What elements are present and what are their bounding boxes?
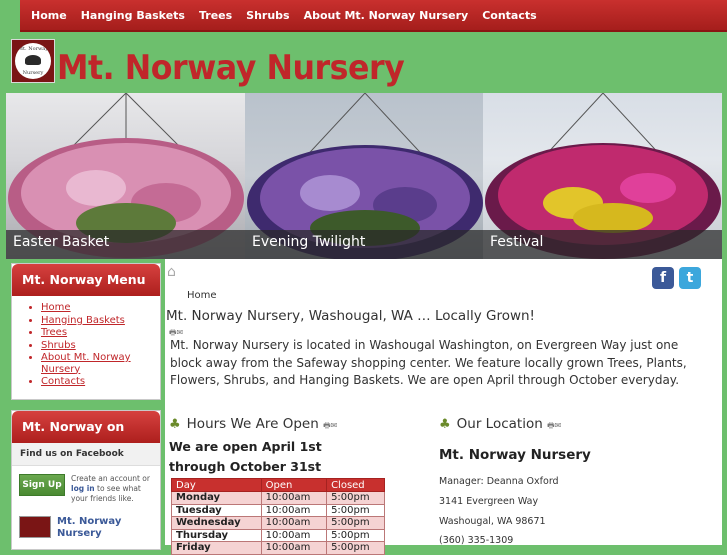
nav-item[interactable]: About Mt. Norway Nursery bbox=[297, 0, 476, 22]
nav-item[interactable]: Shrubs bbox=[239, 0, 296, 22]
banner-caption: Easter Basket bbox=[6, 230, 245, 259]
nav-item[interactable]: Contacts bbox=[475, 0, 543, 22]
find-us-label: Find us on Facebook bbox=[12, 443, 160, 466]
home-icon[interactable]: ⌂ bbox=[167, 265, 181, 279]
sidebar-menu-item[interactable]: Contacts bbox=[41, 376, 160, 388]
tree-icon bbox=[25, 55, 41, 65]
sidebar-menu-item[interactable]: Home bbox=[41, 302, 160, 314]
hours-cell: 5:00pm bbox=[326, 528, 385, 542]
hours-cell: 10:00am bbox=[260, 528, 328, 542]
hours-column-header: Open bbox=[260, 478, 328, 492]
banner-panel-festival[interactable]: Festival bbox=[483, 93, 722, 259]
hours-cell: 10:00am bbox=[260, 541, 328, 555]
sidebar-menu-item[interactable]: Shrubs bbox=[41, 340, 160, 352]
table-row: Friday 10:00am 5:00pm bbox=[171, 541, 385, 555]
location-heading: ♣ Our Location 🖶✉ bbox=[439, 416, 562, 432]
sidebar-menu-item[interactable]: Hanging Baskets bbox=[41, 315, 160, 327]
print-email-icons[interactable]: 🖶✉ bbox=[547, 421, 561, 430]
hours-cell: Wednesday bbox=[171, 516, 262, 530]
hours-cell: Friday bbox=[171, 541, 262, 555]
hours-cell: 10:00am bbox=[260, 491, 328, 505]
breadcrumb[interactable]: Home bbox=[187, 290, 217, 301]
facebook-prompt: Create an account or log in to see what … bbox=[71, 474, 150, 503]
facebook-box-title: Mt. Norway on bbox=[12, 411, 160, 443]
location-street: 3141 Evergreen Way bbox=[439, 496, 539, 507]
top-navigation: Home Hanging Baskets Trees Shrubs About Mt. … bbox=[20, 0, 727, 32]
hours-cell: 5:00pm bbox=[326, 491, 385, 505]
hours-cell: Thursday bbox=[171, 528, 262, 542]
hours-table: Day Open Closed Monday 10:00am 5:00pm Tuesday 1… bbox=[171, 478, 385, 555]
page-thumbnail[interactable] bbox=[19, 516, 51, 538]
hours-cell: Tuesday bbox=[171, 503, 262, 517]
main-content: ⌂ Home f t Mt. Norway Nursery, Washougal… bbox=[165, 259, 722, 555]
login-link[interactable]: log in bbox=[71, 484, 95, 493]
hours-cell: 10:00am bbox=[260, 503, 328, 517]
hours-cell: 5:00pm bbox=[326, 516, 385, 530]
nav-item[interactable]: Hanging Baskets bbox=[74, 0, 192, 22]
facebook-icon[interactable]: f bbox=[652, 267, 674, 289]
hours-column-header: Day bbox=[171, 478, 262, 492]
table-row: Monday 10:00am 5:00pm bbox=[171, 491, 385, 505]
banner-caption: Festival bbox=[483, 230, 722, 259]
nav-item[interactable]: Home bbox=[24, 0, 74, 22]
hours-heading: ♣ Hours We Are Open 🖶✉ bbox=[169, 416, 338, 432]
sidebar-menu: Mt. Norway Menu HomeHanging BasketsTrees… bbox=[11, 263, 161, 400]
nav-item[interactable]: Trees bbox=[192, 0, 239, 22]
sidebar-menu-title: Mt. Norway Menu bbox=[12, 264, 160, 296]
banner-caption: Evening Twilight bbox=[245, 230, 483, 259]
logo-text-top: Mt. Norway bbox=[17, 46, 49, 52]
hours-column-header: Closed bbox=[326, 478, 385, 492]
print-email-icons[interactable]: 🖶✉ bbox=[323, 421, 337, 430]
table-row: Thursday 10:00am 5:00pm bbox=[171, 528, 385, 542]
sidebar-menu-item[interactable]: Trees bbox=[41, 327, 160, 339]
hours-cell: Monday bbox=[171, 491, 262, 505]
article-title: Mt. Norway Nursery, Washougal, WA … Loca… bbox=[166, 308, 535, 324]
site-title[interactable]: Mt. Norway Nursery bbox=[57, 45, 405, 91]
location-city: Washougal, WA 98671 bbox=[439, 516, 546, 527]
banner-slideshow: Easter Basket Evening Twilight Festival bbox=[6, 93, 722, 259]
banner-panel-evening[interactable]: Evening Twilight bbox=[245, 93, 483, 259]
location-manager: Manager: Deanna Oxford bbox=[439, 476, 559, 487]
logo-text-bottom: Nursery bbox=[22, 70, 44, 76]
location-name: Mt. Norway Nursery bbox=[439, 447, 591, 463]
table-row: Wednesday 10:00am 5:00pm bbox=[171, 516, 385, 530]
signup-button[interactable]: Sign Up bbox=[19, 474, 65, 496]
sprout-icon: ♣ bbox=[169, 417, 181, 432]
site-logo[interactable]: Mt. Norway Nursery bbox=[11, 39, 55, 83]
twitter-icon[interactable]: t bbox=[679, 267, 701, 289]
location-phone: (360) 335-1309 bbox=[439, 535, 514, 546]
table-row: Tuesday 10:00am 5:00pm bbox=[171, 503, 385, 517]
sprout-icon: ♣ bbox=[439, 417, 451, 432]
facebook-box: Mt. Norway on Find us on Facebook Sign U… bbox=[11, 410, 161, 550]
banner-panel-easter[interactable]: Easter Basket bbox=[6, 93, 245, 259]
hours-cell: 5:00pm bbox=[326, 503, 385, 517]
sidebar-menu-item[interactable]: About Mt. Norway Nursery bbox=[41, 352, 160, 375]
hours-cell: 10:00am bbox=[260, 516, 328, 530]
season-dates: We are open April 1st through October 31… bbox=[169, 439, 322, 474]
facebook-page-name[interactable]: Mt. Norway Nursery bbox=[51, 516, 160, 540]
hours-cell: 5:00pm bbox=[326, 541, 385, 555]
article-body: Mt. Norway Nursery is located in Washoug… bbox=[170, 338, 687, 387]
